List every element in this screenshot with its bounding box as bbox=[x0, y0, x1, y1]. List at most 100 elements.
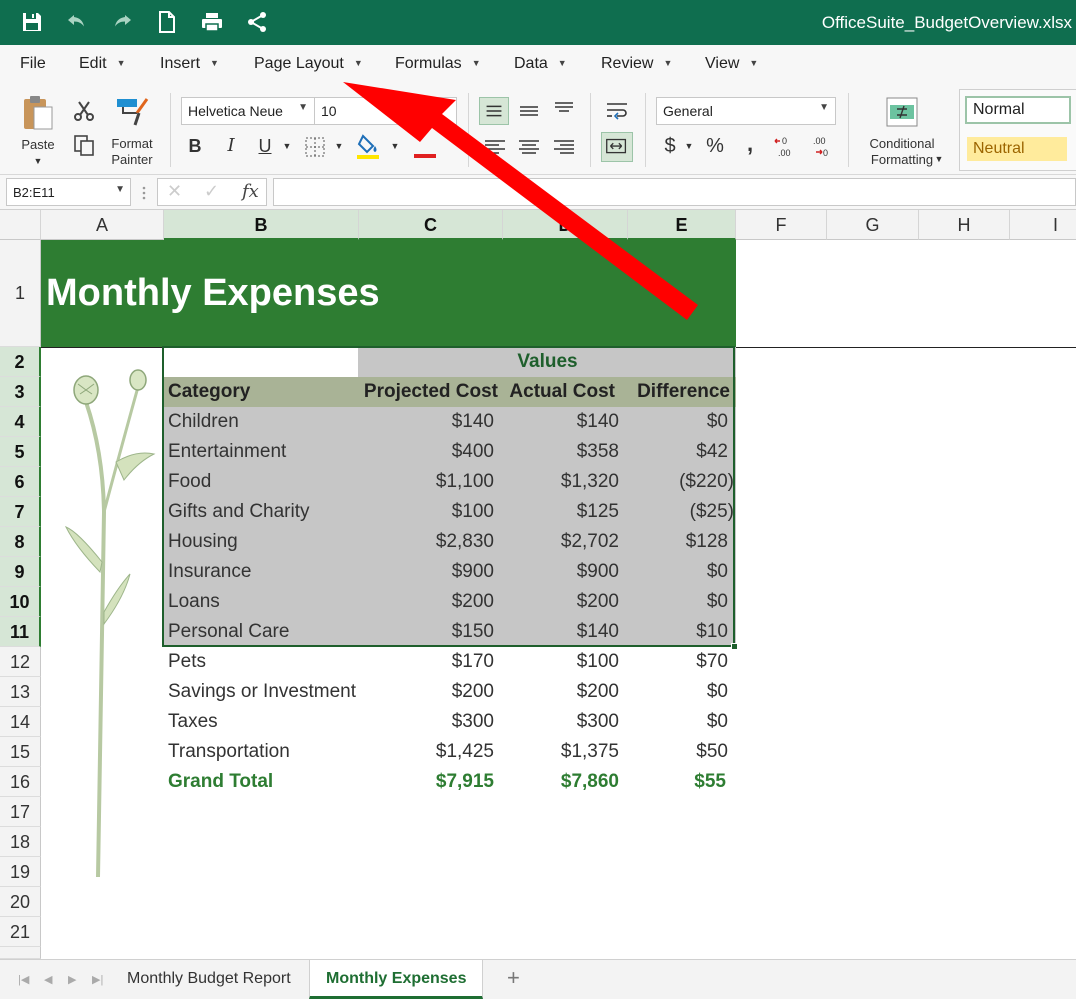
row-header[interactable]: 18 bbox=[0, 827, 41, 857]
row-header[interactable]: 6 bbox=[0, 467, 41, 497]
actual-cost-cell[interactable]: $1,375 bbox=[503, 737, 619, 767]
projected-cost-cell[interactable]: $200 bbox=[359, 677, 494, 707]
font-color-icon[interactable] bbox=[412, 135, 438, 159]
row-header[interactable]: 10 bbox=[0, 587, 41, 617]
category-cell[interactable]: Taxes bbox=[168, 707, 218, 737]
row-header[interactable]: 14 bbox=[0, 707, 41, 737]
merge-cells-icon[interactable] bbox=[601, 132, 633, 162]
column-header-a[interactable]: A bbox=[41, 210, 164, 240]
row-header[interactable]: 12 bbox=[0, 647, 41, 677]
drag-handle-icon[interactable] bbox=[142, 185, 146, 201]
row-header[interactable]: 13 bbox=[0, 677, 41, 707]
fill-handle[interactable] bbox=[731, 643, 738, 650]
italic-button[interactable]: I bbox=[218, 133, 244, 159]
column-header-e[interactable]: E bbox=[628, 210, 736, 240]
font-name-select[interactable]: Helvetica Neue ▼ bbox=[181, 97, 315, 125]
menu-view[interactable]: View ▼ bbox=[705, 55, 758, 73]
row-header[interactable]: 2 bbox=[0, 347, 41, 377]
menu-data[interactable]: Data ▼ bbox=[514, 55, 567, 73]
align-center-v-button[interactable] bbox=[515, 97, 543, 125]
column-header-c[interactable]: C bbox=[359, 210, 503, 240]
previous-sheet-icon[interactable]: ◀ bbox=[44, 973, 52, 986]
menu-page-layout[interactable]: Page Layout ▼ bbox=[254, 55, 363, 73]
row-header[interactable]: 15 bbox=[0, 737, 41, 767]
chevron-down-icon[interactable]: ▼ bbox=[382, 133, 408, 159]
increase-decimal-icon[interactable]: 0.00 bbox=[772, 135, 798, 159]
undo-icon[interactable] bbox=[65, 10, 89, 34]
row-header[interactable]: 5 bbox=[0, 437, 41, 467]
percent-button[interactable]: % bbox=[702, 133, 728, 159]
conditional-formatting-icon[interactable] bbox=[886, 97, 918, 127]
grand-total-difference[interactable]: $55 bbox=[628, 767, 726, 797]
column-header-i[interactable]: I bbox=[1010, 210, 1076, 240]
sheet-tab-monthly-expenses[interactable]: Monthly Expenses bbox=[309, 960, 484, 999]
chevron-down-icon[interactable]: ▼ bbox=[676, 133, 702, 159]
first-sheet-icon[interactable]: |◀ bbox=[18, 973, 29, 986]
chevron-down-icon[interactable]: ▼ bbox=[30, 153, 46, 169]
sheet-tab-monthly-budget-report[interactable]: Monthly Budget Report bbox=[111, 960, 307, 999]
comma-style-button[interactable]: , bbox=[737, 131, 763, 157]
chevron-down-icon[interactable]: ▼ bbox=[326, 133, 352, 159]
category-cell[interactable]: Savings or Investment bbox=[168, 677, 356, 707]
column-header-d[interactable]: D bbox=[503, 210, 628, 240]
borders-icon[interactable] bbox=[305, 137, 325, 157]
row-header[interactable]: 20 bbox=[0, 887, 41, 917]
column-header-f[interactable]: F bbox=[736, 210, 827, 240]
column-header-b[interactable]: B bbox=[164, 210, 359, 240]
format-painter-icon[interactable] bbox=[115, 95, 149, 127]
next-sheet-icon[interactable]: ▶ bbox=[68, 973, 76, 986]
share-icon[interactable] bbox=[245, 10, 269, 34]
menu-review[interactable]: Review ▼ bbox=[601, 55, 672, 73]
menu-edit[interactable]: Edit ▼ bbox=[79, 55, 126, 73]
align-center-button[interactable] bbox=[515, 133, 543, 161]
style-neutral[interactable]: Neutral bbox=[967, 137, 1067, 161]
style-normal[interactable]: Normal bbox=[965, 96, 1071, 124]
column-header-g[interactable]: G bbox=[827, 210, 919, 240]
redo-icon[interactable] bbox=[110, 10, 134, 34]
decrease-decimal-icon[interactable]: .00 0 bbox=[808, 135, 834, 159]
row-header[interactable]: 9 bbox=[0, 557, 41, 587]
column-header-h[interactable]: H bbox=[919, 210, 1010, 240]
bold-button[interactable]: B bbox=[182, 133, 208, 159]
actual-cost-cell[interactable]: $200 bbox=[503, 677, 619, 707]
row-header[interactable]: 7 bbox=[0, 497, 41, 527]
difference-cell[interactable]: $0 bbox=[628, 677, 728, 707]
row-header[interactable]: 16 bbox=[0, 767, 41, 797]
print-icon[interactable] bbox=[200, 10, 224, 34]
category-cell[interactable]: Pets bbox=[168, 647, 206, 677]
align-right-button[interactable] bbox=[550, 133, 578, 161]
row-header[interactable]: 1 bbox=[0, 240, 41, 347]
projected-cost-cell[interactable]: $300 bbox=[359, 707, 494, 737]
align-top-button[interactable] bbox=[550, 97, 578, 125]
actual-cost-cell[interactable]: $300 bbox=[503, 707, 619, 737]
fill-color-icon[interactable] bbox=[355, 132, 381, 160]
actual-cost-cell[interactable]: $100 bbox=[503, 647, 619, 677]
projected-cost-cell[interactable]: $170 bbox=[359, 647, 494, 677]
difference-cell[interactable]: $70 bbox=[628, 647, 728, 677]
confirm-icon[interactable]: ✓ bbox=[204, 181, 219, 202]
font-size-select[interactable]: 10 ▼ bbox=[314, 97, 457, 125]
cancel-icon[interactable]: ✕ bbox=[167, 181, 182, 202]
cut-icon[interactable] bbox=[72, 99, 96, 123]
align-left-button[interactable] bbox=[481, 133, 509, 161]
menu-formulas[interactable]: Formulas ▼ bbox=[395, 55, 481, 73]
align-middle-button[interactable] bbox=[479, 97, 509, 125]
chevron-down-icon[interactable]: ▼ bbox=[274, 133, 300, 159]
row-header[interactable]: 21 bbox=[0, 917, 41, 947]
category-cell[interactable]: Transportation bbox=[168, 737, 290, 767]
select-all-corner[interactable] bbox=[0, 210, 41, 240]
row-header[interactable]: 4 bbox=[0, 407, 41, 437]
number-format-select[interactable]: General ▼ bbox=[656, 97, 836, 125]
paste-button[interactable] bbox=[20, 93, 56, 137]
difference-cell[interactable]: $50 bbox=[628, 737, 728, 767]
function-icon[interactable]: fx bbox=[242, 181, 259, 202]
grand-total-projected[interactable]: $7,915 bbox=[359, 767, 494, 797]
name-box[interactable]: B2:E11 ▼ bbox=[6, 178, 131, 206]
formula-input[interactable] bbox=[273, 178, 1076, 206]
projected-cost-cell[interactable]: $1,425 bbox=[359, 737, 494, 767]
difference-cell[interactable]: $0 bbox=[628, 707, 728, 737]
grand-total-actual[interactable]: $7,860 bbox=[503, 767, 619, 797]
wrap-text-icon[interactable] bbox=[603, 97, 631, 125]
row-header[interactable]: 11 bbox=[0, 617, 41, 647]
row-header[interactable]: 8 bbox=[0, 527, 41, 557]
